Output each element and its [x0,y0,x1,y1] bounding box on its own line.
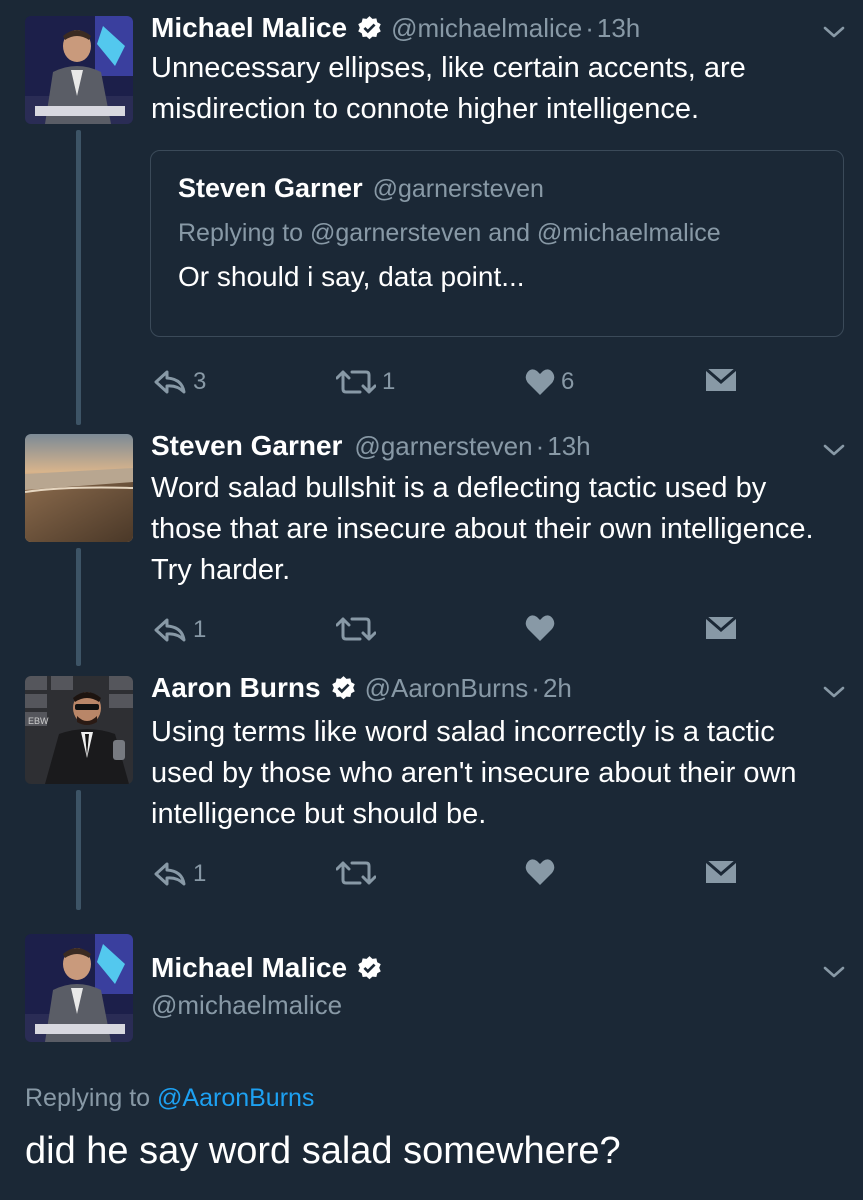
display-name[interactable]: Michael Malice [151,12,347,44]
verified-badge-icon [358,955,381,979]
quoted-replying-to: Replying to @garnersteven and @michaelma… [178,219,721,247]
envelope-icon [705,368,737,391]
reply-icon [154,370,186,394]
reply-count: 3 [193,368,207,395]
reply-button[interactable]: 3 [153,368,206,396]
verified-badge-icon [331,675,355,699]
tweet-text: Unnecessary ellipses, like certain accen… [151,52,746,125]
retweet-button[interactable] [336,860,376,886]
svg-text:EBW: EBW [28,716,49,726]
reply-button[interactable]: 1 [153,616,206,644]
timestamp[interactable]: 13h [597,13,640,44]
quoted-tweet-text: Or should i say, data point... [178,261,525,292]
avatar[interactable]: EBW [25,676,133,784]
display-name[interactable]: Steven Garner [151,430,342,462]
chevron-down-icon[interactable] [822,438,846,462]
retweet-button[interactable] [336,616,376,642]
separator-dot: · [535,430,545,461]
direct-message-button[interactable] [705,860,737,884]
tweet-text: Using terms like word salad incorrectly … [151,716,797,830]
reply-icon [154,618,186,642]
user-handle[interactable]: @michaelmalice [151,990,342,1021]
user-handle[interactable]: @michaelmalice [391,13,582,44]
retweet-icon [336,370,376,394]
direct-message-button[interactable] [705,616,737,640]
tweet-text: Word salad bullshit is a deflecting tact… [151,472,814,586]
tweet-header: Michael Malice [151,952,391,984]
direct-message-button[interactable] [705,368,737,392]
separator-dot: · [531,672,540,703]
chevron-down-icon[interactable] [822,680,846,704]
chevron-down-icon[interactable] [822,20,846,44]
like-button[interactable]: 6 [525,368,574,396]
reply-count: 1 [193,860,207,887]
user-handle[interactable]: @AaronBurns [365,673,529,704]
heart-icon [525,615,555,641]
avatar[interactable] [25,934,133,1042]
replying-prefix: Replying to [25,1084,151,1112]
thread-line [76,548,81,666]
thread-line [76,130,81,425]
user-handle[interactable]: @garnersteven [354,431,532,462]
chevron-down-icon[interactable] [822,960,846,984]
timestamp[interactable]: 13h [547,431,590,462]
handle-line: @michaelmalice [151,990,342,1021]
reply-button[interactable]: 1 [153,860,206,888]
tweet-header: Steven Garner @garnersteven · 13h [151,430,591,462]
avatar[interactable] [25,434,133,542]
display-name[interactable]: Aaron Burns [151,672,321,704]
tweet-header: Aaron Burns @AaronBurns · 2h [151,672,572,704]
envelope-icon [705,860,737,883]
retweet-icon [336,617,376,641]
tweet-header: Michael Malice @michaelmalice · 13h [151,12,640,44]
heart-icon [525,859,555,885]
replying-to-link[interactable]: @AaronBurns [157,1084,314,1112]
heart-icon [525,369,555,395]
retweet-count: 1 [382,368,396,395]
reply-count: 1 [193,616,207,643]
display-name[interactable]: Michael Malice [151,952,347,984]
like-button[interactable] [525,858,555,886]
reply-icon [154,862,186,886]
like-count: 6 [561,368,575,395]
envelope-icon [705,616,737,639]
replying-to: Replying to @AaronBurns [25,1084,314,1113]
tweet-thread: Michael Malice @michaelmalice · 13h Unne… [0,0,863,1200]
avatar[interactable] [25,16,133,124]
quoted-tweet[interactable]: Steven Garner @garnersteven Replying to @… [150,150,844,337]
verified-badge-icon [358,15,381,39]
quoted-user-handle: @garnersteven [372,175,544,203]
separator-dot: · [585,12,594,43]
timestamp[interactable]: 2h [543,673,572,704]
main-tweet-text: did he say word salad somewhere? [25,1130,621,1172]
retweet-icon [336,861,376,885]
thread-line [76,790,81,910]
like-button[interactable] [525,614,555,642]
quoted-display-name: Steven Garner [178,173,363,203]
retweet-button[interactable]: 1 [336,368,395,396]
